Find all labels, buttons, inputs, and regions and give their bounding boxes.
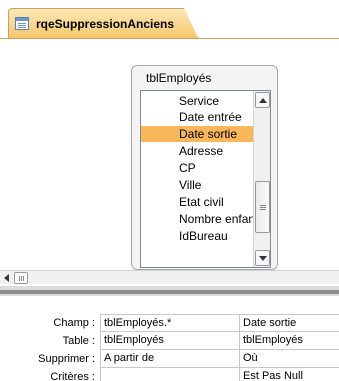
- field-item-selected[interactable]: Date sortie: [141, 126, 254, 142]
- query-design-grid: Champ : tblEmployés.* Date sortie Table …: [0, 296, 339, 381]
- scroll-down-button[interactable]: [255, 250, 270, 266]
- row-label: Critères :: [50, 371, 95, 381]
- field-item[interactable]: IdBureau: [141, 228, 254, 244]
- table-field-list[interactable]: tblEmployés Service Date entrée Date sor…: [131, 65, 278, 270]
- field-item[interactable]: Ville: [141, 177, 254, 193]
- grip-icon: [19, 276, 20, 281]
- grid-row-criteres: Critères : Est Pas Null: [0, 368, 339, 381]
- field-list-scrollbar[interactable]: [253, 91, 270, 267]
- query-design-pane[interactable]: tblEmployés Service Date entrée Date sor…: [0, 38, 339, 270]
- arrow-up-icon: [259, 98, 267, 103]
- arrow-left-icon: [4, 274, 9, 282]
- document-tab-bar: rqeSuppressionAnciens: [0, 0, 339, 38]
- field-list-box[interactable]: Service Date entrée Date sortie Adresse …: [140, 90, 271, 268]
- design-pane-hscrollbar[interactable]: [0, 270, 339, 284]
- pane-splitter[interactable]: [0, 286, 339, 296]
- field-item[interactable]: Adresse: [141, 143, 254, 159]
- grid-cell[interactable]: Date sortie: [240, 314, 339, 332]
- query-tab[interactable]: rqeSuppressionAnciens: [8, 8, 198, 38]
- grid-cell[interactable]: tblEmployés.*: [100, 314, 240, 332]
- row-label: Champ :: [53, 317, 95, 329]
- grid-row-supprimer: Supprimer : A partir de Où: [0, 350, 339, 368]
- query-tab-label: rqeSuppressionAnciens: [36, 17, 175, 31]
- scroll-thumb[interactable]: [255, 181, 270, 233]
- field-item[interactable]: Nombre enfants: [141, 211, 254, 227]
- scroll-left-button[interactable]: [1, 272, 13, 284]
- grid-cell[interactable]: Est Pas Null: [240, 368, 339, 381]
- arrow-down-icon: [259, 256, 267, 261]
- field-item[interactable]: Service: [141, 93, 254, 109]
- grip-icon: [260, 205, 266, 206]
- grid-cell[interactable]: [100, 368, 240, 381]
- grid-cell[interactable]: tblEmployés: [240, 332, 339, 350]
- scroll-up-button[interactable]: [255, 92, 270, 108]
- field-item[interactable]: Date entrée: [141, 109, 254, 125]
- field-list-title[interactable]: tblEmployés: [146, 71, 211, 85]
- row-label: Supprimer :: [38, 353, 95, 365]
- grid-cell[interactable]: Où: [240, 350, 339, 368]
- hscroll-thumb[interactable]: [14, 272, 28, 284]
- grid-row-champ: Champ : tblEmployés.* Date sortie: [0, 314, 339, 332]
- field-item[interactable]: CP: [141, 160, 254, 176]
- query-icon: [15, 17, 29, 30]
- field-item[interactable]: Etat civil: [141, 194, 254, 210]
- grid-cell[interactable]: tblEmployés: [100, 332, 240, 350]
- grid-row-table: Table : tblEmployés tblEmployés: [0, 332, 339, 350]
- row-label: Table :: [62, 335, 95, 347]
- grid-cell[interactable]: A partir de: [100, 350, 240, 368]
